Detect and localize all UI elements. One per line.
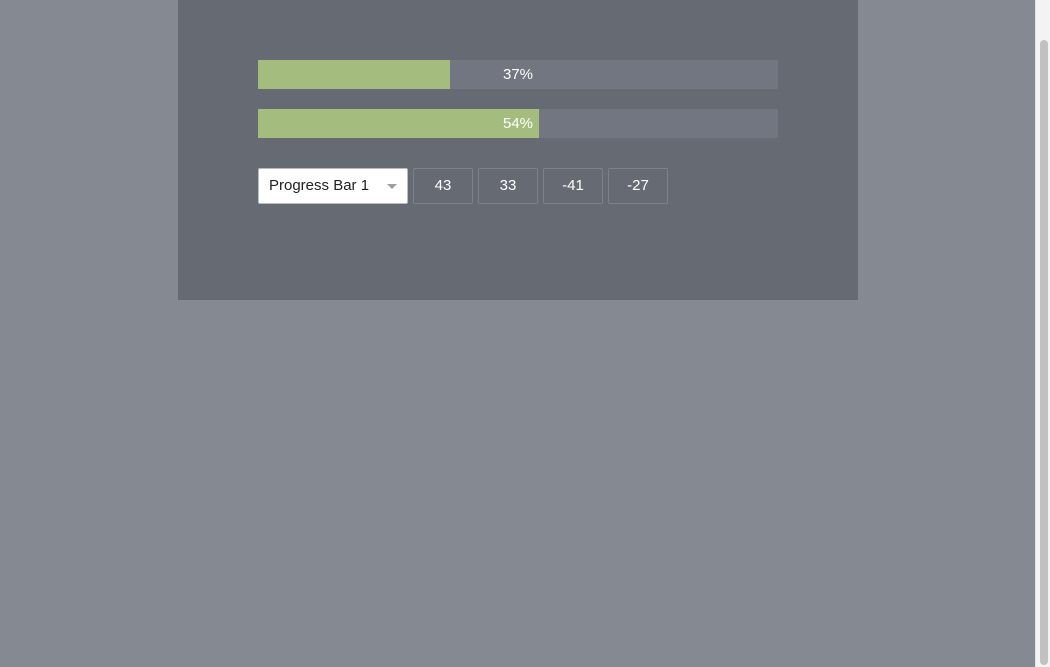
chevron-down-icon (387, 184, 397, 189)
progress-panel: 37% 54% Progress Bar 1 43 33 -41 -27 (178, 0, 858, 300)
adjust-button-minus-27[interactable]: -27 (608, 168, 668, 204)
progress-bar-1: 37% (258, 60, 778, 89)
progress-bar-2: 54% (258, 109, 778, 138)
progress-bar-select[interactable]: Progress Bar 1 (258, 168, 408, 204)
adjust-button-minus-41[interactable]: -41 (543, 168, 603, 204)
vertical-scrollbar[interactable] (1035, 0, 1050, 667)
progress-bar-1-label: 37% (502, 66, 534, 83)
scrollbar-thumb[interactable] (1040, 40, 1048, 665)
page: 37% 54% Progress Bar 1 43 33 -41 -27 (0, 0, 1050, 667)
progress-bar-select-value: Progress Bar 1 (269, 177, 370, 194)
adjust-button-43[interactable]: 43 (413, 168, 473, 204)
progress-bar-2-label: 54% (502, 115, 534, 132)
controls-row: Progress Bar 1 43 33 -41 -27 (258, 168, 668, 204)
adjust-button-33[interactable]: 33 (478, 168, 538, 204)
